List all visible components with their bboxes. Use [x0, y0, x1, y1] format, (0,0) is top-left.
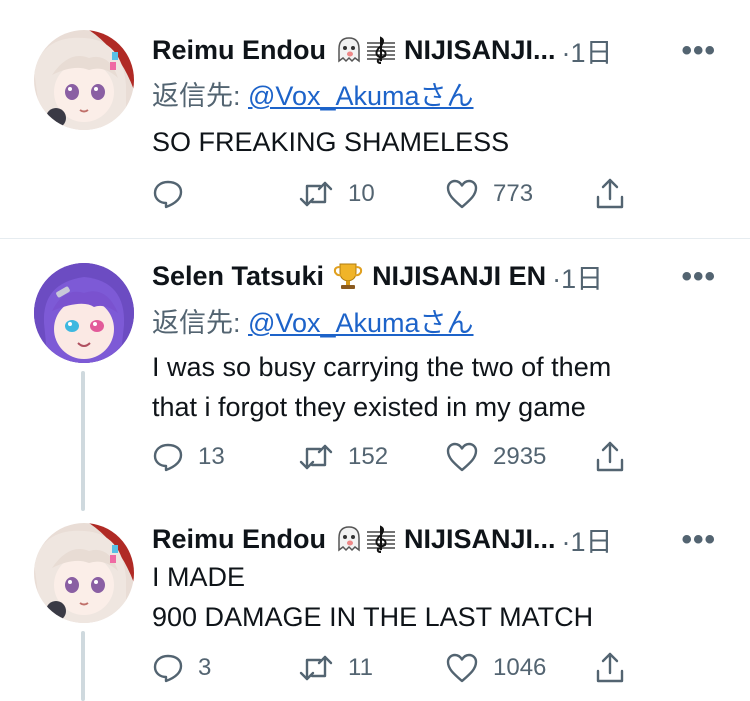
reply-to-handle-link[interactable]: @Vox_Akumaさん — [248, 81, 474, 111]
reply-icon — [152, 652, 184, 684]
tweet-text: SO FREAKING SHAMELESS — [152, 127, 510, 157]
retweet-button[interactable]: 10 — [298, 178, 375, 210]
treble-clef-icon — [366, 524, 396, 554]
reply-button[interactable]: 3 — [152, 652, 211, 684]
reply-button[interactable]: 13 — [152, 441, 225, 473]
share-icon — [594, 440, 626, 474]
heart-icon — [445, 652, 479, 684]
tweet-header: Reimu Endou NIJISANJI... ·1日 — [152, 519, 750, 559]
affiliation: NIJISANJI... — [404, 523, 556, 554]
more-options-icon[interactable]: ••• — [681, 260, 716, 294]
tweet-header: Reimu Endou NIJISANJI... ·1日 — [152, 30, 750, 70]
share-button[interactable] — [594, 651, 626, 685]
retweet-icon — [298, 441, 334, 473]
reply-to-handle-link[interactable]: @Vox_Akumaさん — [248, 308, 474, 338]
heart-icon — [445, 441, 479, 473]
reply-count: 3 — [198, 654, 212, 681]
selen-avatar[interactable] — [34, 263, 134, 363]
tweet-3[interactable]: Reimu Endou NIJISANJI... ·1日 ••• I MADE … — [0, 501, 750, 701]
retweet-count: 152 — [348, 443, 389, 470]
tweet-header: Selen Tatsuki NIJISANJI EN ·1日 — [152, 256, 750, 296]
like-button[interactable]: 1046 — [445, 652, 546, 684]
reply-icon — [152, 178, 184, 210]
retweet-icon — [298, 652, 334, 684]
reply-button[interactable] — [152, 178, 198, 210]
tweet-2[interactable]: Selen Tatsuki NIJISANJI EN ·1日 ••• 返信先: … — [0, 239, 750, 511]
timestamp[interactable]: ·1日 — [562, 520, 613, 559]
share-button[interactable] — [594, 177, 626, 211]
retweet-icon — [298, 178, 334, 210]
affiliation: NIJISANJI EN — [372, 260, 547, 291]
like-count: 773 — [493, 180, 534, 207]
action-bar: 13 152 2935 — [0, 436, 750, 476]
more-options-icon[interactable]: ••• — [681, 523, 716, 557]
share-button[interactable] — [594, 440, 626, 474]
reimu-avatar[interactable] — [34, 523, 134, 623]
action-bar: 3 11 1046 — [0, 647, 750, 687]
retweet-count: 10 — [348, 180, 375, 207]
display-name[interactable]: Reimu Endou — [152, 524, 326, 555]
retweet-button[interactable]: 11 — [298, 652, 373, 684]
affiliation: NIJISANJI... — [404, 34, 556, 65]
share-icon — [594, 177, 626, 211]
like-button[interactable]: 2935 — [445, 441, 546, 473]
reply-to: 返信先: @Vox_Akumaさん — [152, 74, 474, 113]
reply-to: 返信先: @Vox_Akumaさん — [152, 301, 474, 340]
display-name[interactable]: Reimu Endou — [152, 35, 326, 66]
reply-count: 13 — [198, 443, 225, 470]
timestamp[interactable]: ·1日 — [552, 257, 603, 296]
like-count: 2935 — [493, 443, 547, 470]
tweet-text: I MADE 900 DAMAGE IN THE LAST MATCH — [152, 562, 594, 632]
tweet-1[interactable]: Reimu Endou NIJISANJI... ·1日 ••• 返信先: @V… — [0, 0, 750, 238]
action-bar: 10 773 — [0, 173, 750, 213]
retweet-button[interactable]: 152 — [298, 441, 388, 473]
share-icon — [594, 651, 626, 685]
reimu-avatar[interactable] — [34, 30, 134, 130]
like-button[interactable]: 773 — [445, 178, 533, 210]
tweet-text: I was so busy carrying the two of them t… — [152, 352, 612, 422]
more-options-icon[interactable]: ••• — [681, 34, 716, 68]
heart-icon — [445, 178, 479, 210]
trophy-emoji-icon — [332, 260, 364, 292]
display-name[interactable]: Selen Tatsuki — [152, 261, 324, 292]
ghost-emoji-icon — [334, 524, 364, 554]
reply-icon — [152, 441, 184, 473]
like-count: 1046 — [493, 654, 547, 681]
timestamp[interactable]: ·1日 — [562, 31, 613, 70]
reply-to-prefix: 返信先: — [152, 81, 249, 111]
treble-clef-icon — [366, 35, 396, 65]
reply-to-prefix: 返信先: — [152, 308, 249, 338]
retweet-count: 11 — [348, 654, 373, 681]
ghost-emoji-icon — [334, 35, 364, 65]
